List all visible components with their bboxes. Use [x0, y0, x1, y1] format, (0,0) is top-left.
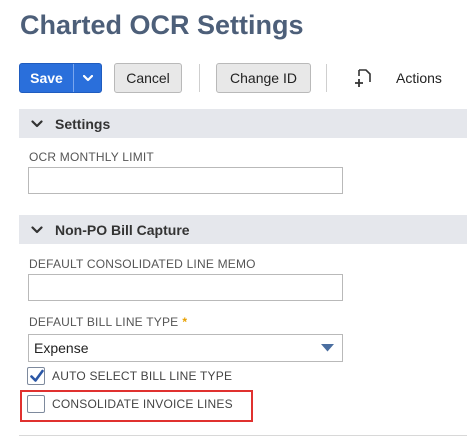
required-mark: * [182, 315, 188, 329]
actions-label[interactable]: Actions [396, 70, 442, 86]
toolbar-divider [326, 64, 327, 92]
cancel-button[interactable]: Cancel [114, 63, 182, 93]
settings-section-title: Settings [55, 115, 111, 132]
actions-icon [355, 69, 371, 87]
ocr-monthly-limit-input[interactable] [28, 167, 343, 194]
toolbar-divider [199, 64, 200, 92]
page: Charted OCR Settings Save Cancel Change … [0, 0, 467, 436]
default-memo-label: DEFAULT CONSOLIDATED LINE MEMO [29, 257, 256, 271]
settings-section-header[interactable]: Settings [19, 109, 467, 138]
ocr-monthly-limit-label: OCR MONTHLY LIMIT [29, 150, 154, 164]
save-dropdown-toggle[interactable] [74, 64, 101, 92]
save-button-label[interactable]: Save [20, 64, 73, 92]
chevron-down-icon [19, 119, 55, 128]
non-po-section-header[interactable]: Non-PO Bill Capture [19, 215, 467, 244]
checkmark-icon [30, 369, 44, 382]
non-po-section-title: Non-PO Bill Capture [55, 221, 190, 238]
highlight-box [20, 390, 253, 422]
auto-select-label: AUTO SELECT BILL LINE TYPE [52, 369, 233, 383]
default-line-type-value: Expense [34, 340, 89, 356]
default-line-type-label-text: DEFAULT BILL LINE TYPE [29, 315, 179, 329]
save-button[interactable]: Save [19, 63, 102, 93]
default-memo-input[interactable] [28, 274, 343, 301]
default-line-type-select[interactable]: Expense [28, 334, 343, 362]
auto-select-row: AUTO SELECT BILL LINE TYPE [27, 367, 232, 385]
chevron-down-icon [82, 74, 93, 81]
page-title: Charted OCR Settings [20, 10, 304, 40]
change-id-button[interactable]: Change ID [216, 63, 311, 93]
chevron-down-icon [19, 225, 55, 234]
default-line-type-label: DEFAULT BILL LINE TYPE * [29, 315, 187, 329]
actions-menu[interactable]: Actions [354, 63, 442, 93]
auto-select-checkbox[interactable] [27, 367, 45, 385]
caret-down-icon [321, 344, 334, 352]
